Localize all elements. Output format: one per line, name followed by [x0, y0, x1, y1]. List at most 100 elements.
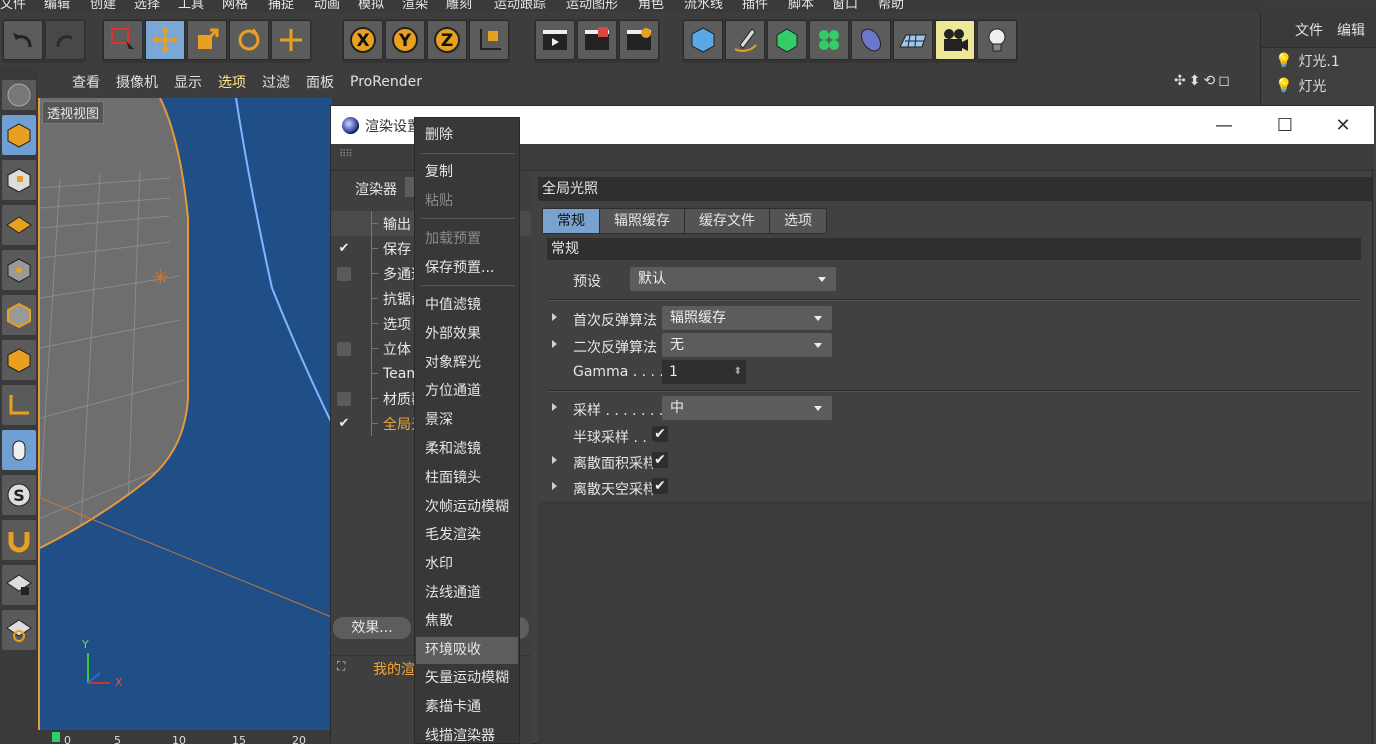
discrete-sky-sampling-checkbox[interactable]: ✔	[652, 478, 668, 494]
viewport-nav-icons[interactable]: ✣⬍⟲◻	[1174, 73, 1233, 89]
cube-object-button[interactable]	[683, 20, 723, 60]
secondary-method-dropdown[interactable]: 无	[662, 333, 832, 357]
rotate-tool-button[interactable]	[229, 20, 269, 60]
live-select-button[interactable]	[103, 20, 143, 60]
workplane-mode-button[interactable]	[2, 205, 36, 245]
move-tool-button[interactable]	[145, 20, 185, 60]
menu-sculpt[interactable]: 雕刻	[446, 0, 472, 12]
menu-plugins[interactable]: 插件	[742, 0, 768, 12]
primary-method-dropdown[interactable]: 辐照缓存	[662, 306, 832, 330]
menu-simulate[interactable]: 模拟	[358, 0, 384, 12]
menu-select[interactable]: 选择	[134, 0, 160, 12]
scale-tool-button[interactable]	[187, 20, 227, 60]
tweak-mode-button[interactable]	[2, 430, 36, 470]
polygons-mode-button[interactable]	[2, 340, 36, 380]
menu-item-normal-pass[interactable]: 法线通道	[416, 580, 518, 607]
y-axis-lock-button[interactable]: Y	[385, 20, 425, 60]
universal-tool-button[interactable]	[271, 20, 311, 60]
subdivision-button[interactable]	[767, 20, 807, 60]
effects-button[interactable]: 效果...	[333, 617, 411, 639]
light-button[interactable]	[977, 20, 1017, 60]
tab-irradiance-cache[interactable]: 辐照缓存	[600, 209, 684, 233]
pen-spline-button[interactable]	[725, 20, 765, 60]
z-axis-lock-button[interactable]: Z	[427, 20, 467, 60]
menu-item-sketch-toon[interactable]: 素描卡通	[416, 694, 518, 721]
redo-button[interactable]	[45, 20, 85, 60]
object-manager-edit-menu[interactable]: 编辑	[1337, 20, 1365, 40]
menu-animate[interactable]: 动画	[314, 0, 340, 12]
menu-item-object-glow[interactable]: 对象辉光	[416, 350, 518, 377]
menu-item-external-effects[interactable]: 外部效果	[416, 321, 518, 348]
tab-options[interactable]: 选项	[770, 209, 826, 233]
object-manager-file-menu[interactable]: 文件	[1295, 20, 1323, 40]
enabled-checkmark[interactable]: ✔	[337, 416, 351, 431]
menu-mograph[interactable]: 运动图形	[566, 0, 618, 12]
menu-mograph-track[interactable]: 运动跟踪	[494, 0, 546, 12]
menu-item-soft-filter[interactable]: 柔和滤镜	[416, 436, 518, 463]
hemisphere-sampling-checkbox[interactable]: ✔	[652, 426, 668, 442]
menu-snap[interactable]: 捕捉	[268, 0, 294, 12]
coordinate-system-button[interactable]	[469, 20, 509, 60]
viewport-menu-options[interactable]: 选项	[218, 72, 246, 92]
deformer-button[interactable]	[851, 20, 891, 60]
x-axis-lock-button[interactable]: X	[343, 20, 383, 60]
playhead-marker[interactable]	[52, 732, 60, 742]
tab-cache-files[interactable]: 缓存文件	[685, 209, 769, 233]
texture-mode-button[interactable]	[2, 160, 36, 200]
gamma-input[interactable]: 1	[662, 360, 746, 384]
viewport-menu-prorender[interactable]: ProRender	[350, 74, 422, 90]
menu-character[interactable]: 角色	[638, 0, 664, 12]
menu-item-cylindrical-lens[interactable]: 柱面镜头	[416, 465, 518, 492]
menu-pipeline[interactable]: 流水线	[684, 0, 723, 12]
menu-item-hair-render[interactable]: 毛发渲染	[416, 522, 518, 549]
expand-arrow-icon[interactable]	[552, 456, 557, 464]
menu-item-paste[interactable]: 粘贴	[416, 188, 518, 215]
menu-file[interactable]: 文件	[0, 0, 26, 12]
menu-item-line-renderer[interactable]: 线描渲染器	[416, 723, 518, 744]
menu-item-copy[interactable]: 复制	[416, 159, 518, 186]
expand-arrow-icon[interactable]	[552, 340, 557, 348]
timeline-ruler[interactable]: 0 5 10 15 20	[38, 730, 332, 744]
menu-item-save-preset[interactable]: 保存预置...	[416, 255, 518, 282]
menu-item-delete[interactable]: 删除	[416, 122, 518, 149]
checkbox[interactable]	[337, 391, 351, 406]
menu-help[interactable]: 帮助	[878, 0, 904, 12]
globe-mode-button[interactable]	[2, 80, 36, 110]
solo-button[interactable]: S	[2, 475, 36, 515]
viewport-menu-panel[interactable]: 面板	[306, 72, 334, 92]
object-row-light-1[interactable]: 💡 灯光.1	[1261, 48, 1376, 73]
expand-arrow-icon[interactable]	[552, 313, 557, 321]
menu-script[interactable]: 脚本	[788, 0, 814, 12]
snap-button[interactable]	[2, 520, 36, 560]
checkbox[interactable]	[337, 266, 351, 281]
menu-render[interactable]: 渲染	[402, 0, 428, 12]
menu-create[interactable]: 创建	[90, 0, 116, 12]
points-mode-button[interactable]	[2, 250, 36, 290]
menu-item-vector-motion-blur[interactable]: 矢量运动模糊	[416, 665, 518, 692]
menu-tools[interactable]: 工具	[178, 0, 204, 12]
menu-item-subframe-motion-blur[interactable]: 次帧运动模糊	[416, 494, 518, 521]
sampling-dropdown[interactable]: 中	[662, 396, 832, 420]
menu-item-caustics[interactable]: 焦散	[416, 608, 518, 635]
tab-general[interactable]: 常规	[543, 209, 599, 233]
close-button[interactable]: ✕	[1328, 114, 1358, 136]
floor-button[interactable]	[893, 20, 933, 60]
menu-item-ambient-occlusion[interactable]: 环境吸收	[416, 637, 518, 664]
minimize-button[interactable]: —	[1209, 114, 1239, 136]
menu-item-depth-of-field[interactable]: 景深	[416, 407, 518, 434]
enabled-checkmark[interactable]: ✔	[337, 241, 351, 256]
menu-item-watermark[interactable]: 水印	[416, 551, 518, 578]
menu-item-load-preset[interactable]: 加载预置	[416, 226, 518, 253]
model-mode-button[interactable]	[2, 115, 36, 155]
menu-window[interactable]: 窗口	[832, 0, 858, 12]
render-to-picture-viewer-button[interactable]	[577, 20, 617, 60]
viewport-menu-camera[interactable]: 摄像机	[116, 72, 158, 92]
menu-mesh[interactable]: 网格	[222, 0, 248, 12]
perspective-viewport[interactable]: ✳ Y X	[38, 98, 332, 730]
edges-mode-button[interactable]	[2, 295, 36, 335]
discrete-area-sampling-checkbox[interactable]: ✔	[652, 452, 668, 468]
lock-workplane-button[interactable]	[2, 565, 36, 605]
preset-dropdown[interactable]: 默认	[630, 267, 836, 291]
maximize-button[interactable]: ☐	[1270, 114, 1300, 136]
planar-workplane-button[interactable]	[2, 610, 36, 650]
